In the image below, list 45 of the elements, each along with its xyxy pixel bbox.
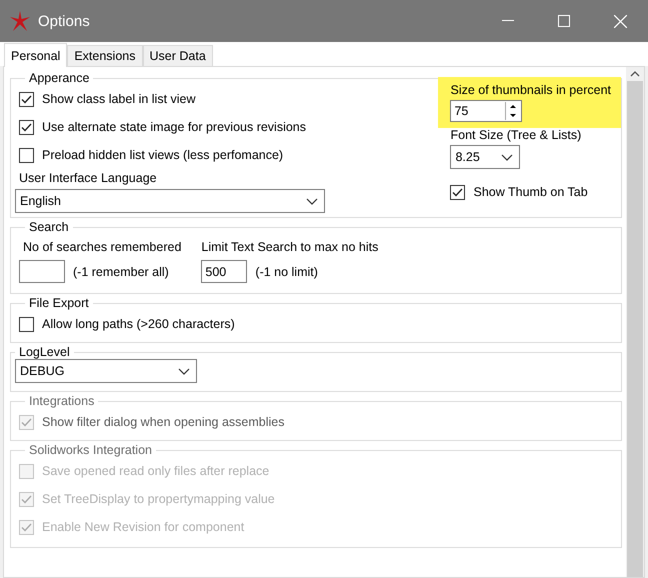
- tab[interactable]: Personal: [4, 43, 68, 67]
- scrollbar[interactable]: [626, 67, 644, 577]
- checkbox-label: Show class label in list view: [42, 92, 196, 106]
- section-title: File Export: [28, 296, 90, 310]
- field-label: Limit Text Search to max no hits: [201, 240, 378, 254]
- checkbox-label: Use alternate state image for previous revisions: [42, 120, 306, 134]
- section-title: Solidworks Integration: [28, 443, 153, 457]
- number-spinner[interactable]: 75: [450, 100, 522, 122]
- checkbox-label: Preload hidden list views (less perfomance): [42, 148, 284, 162]
- hint-text: (-1 no limit): [255, 264, 318, 278]
- checkbox-label: Show filter dialog when opening assemblies: [42, 415, 285, 429]
- section-title: LogLevel: [18, 345, 71, 359]
- input-field[interactable]: [19, 260, 65, 283]
- chevron-down-icon: [178, 368, 190, 374]
- tab[interactable]: User Data: [142, 45, 213, 66]
- star-icon: [10, 11, 30, 31]
- font-size-dropdown[interactable]: 8.25: [450, 145, 520, 169]
- log-level-dropdown[interactable]: DEBUG: [15, 359, 197, 383]
- section-title: Apperance: [28, 71, 90, 85]
- checkbox[interactable]: [450, 184, 466, 200]
- checkbox-label: Enable New Revision for component: [42, 520, 244, 534]
- input-field[interactable]: 500: [201, 260, 248, 283]
- checkbox-label: Save opened read only files after replace: [42, 464, 270, 478]
- chevron-down-icon: [306, 198, 318, 204]
- checkbox-label: Set TreeDisplay to propertymapping value: [42, 492, 275, 506]
- checkbox-label: Allow long paths (>260 characters): [42, 317, 235, 331]
- field-label: Font Size (Tree & Lists): [450, 128, 582, 142]
- tab[interactable]: Extensions: [67, 45, 142, 66]
- checkbox[interactable]: [19, 316, 34, 332]
- checkbox-label: Show Thumb on Tab: [473, 185, 588, 199]
- checkbox[interactable]: [19, 92, 34, 106]
- field-label: User Interface Language: [19, 171, 158, 185]
- language-dropdown[interactable]: English: [15, 189, 325, 213]
- checkbox[interactable]: [19, 148, 34, 162]
- chevron-down-icon: [501, 154, 514, 160]
- close-icon: [614, 14, 626, 28]
- checkbox[interactable]: [19, 120, 34, 134]
- field-label: No of searches remembered: [23, 240, 182, 254]
- minimize-icon: [502, 20, 514, 22]
- field-label: Size of thumbnails in percent: [450, 83, 611, 97]
- hint-text: (-1 remember all): [73, 264, 169, 278]
- maximize-icon: [558, 15, 570, 27]
- section-title: Search: [28, 220, 70, 234]
- window-title: Options: [38, 12, 91, 30]
- section-title: Integrations: [28, 394, 96, 408]
